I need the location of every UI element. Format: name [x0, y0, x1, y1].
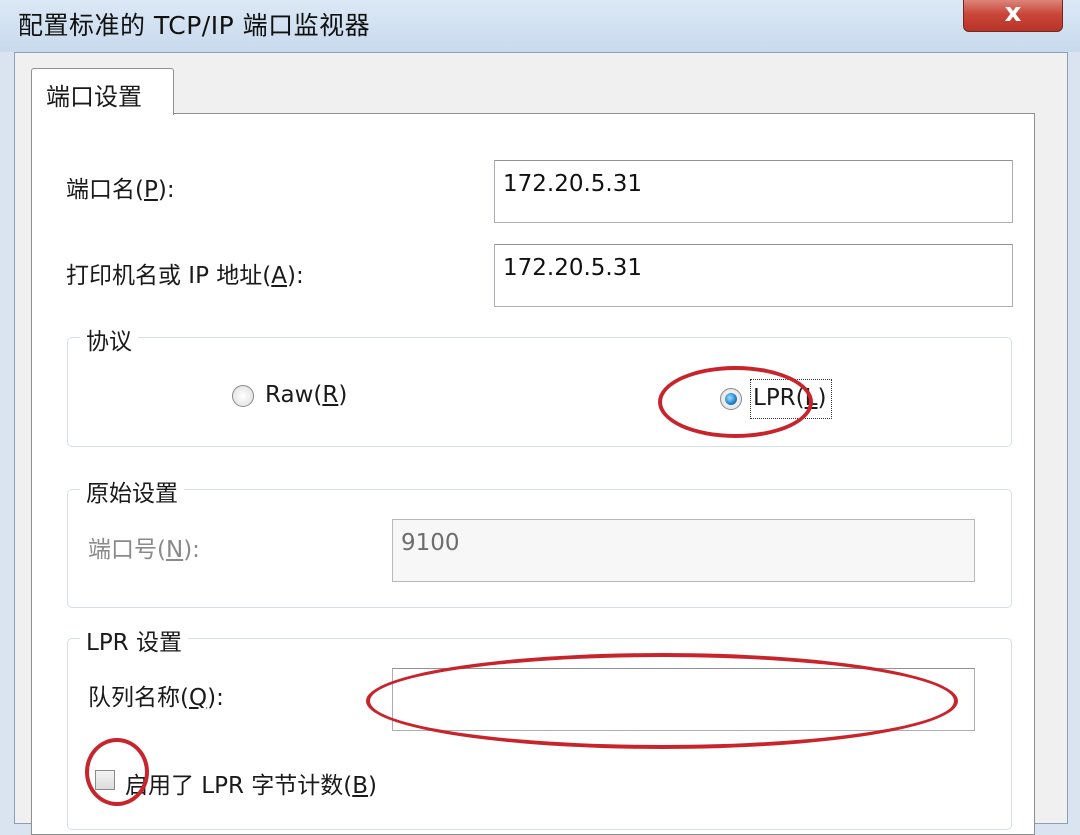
printer-address-input[interactable]: 172.20.5.31	[494, 244, 1013, 307]
close-button[interactable]: x	[963, 0, 1063, 32]
lpr-settings-group	[67, 638, 1012, 830]
title-bar: 配置标准的 TCP/IP 端口监视器 x	[0, 0, 1080, 52]
raw-radio-label[interactable]: Raw(R)	[265, 382, 347, 408]
lpr-radio[interactable]	[720, 388, 742, 410]
queue-name-label: 队列名称(Q):	[88, 685, 224, 711]
byte-count-label[interactable]: 启用了 LPR 字节计数(B)	[125, 766, 377, 800]
raw-radio[interactable]	[232, 385, 254, 407]
port-name-label: 端口名(P):	[66, 177, 175, 203]
tab-label: 端口设置	[46, 83, 142, 111]
close-icon: x	[1004, 0, 1022, 28]
byte-count-checkbox[interactable]	[95, 770, 115, 790]
port-name-input[interactable]: 172.20.5.31	[494, 160, 1013, 223]
lpr-radio-label[interactable]: LPR(L)	[753, 385, 826, 411]
printer-address-label: 打印机名或 IP 地址(A):	[66, 263, 304, 289]
queue-name-input[interactable]	[392, 668, 975, 731]
window-title: 配置标准的 TCP/IP 端口监视器	[18, 11, 371, 40]
port-number-input[interactable]: 9100	[392, 519, 975, 582]
tab-port-settings[interactable]: 端口设置	[31, 68, 174, 115]
port-number-label: 端口号(N):	[88, 537, 200, 563]
lpr-settings-legend: LPR 设置	[80, 623, 188, 657]
protocol-legend: 协议	[80, 322, 138, 356]
raw-settings-legend: 原始设置	[80, 474, 184, 508]
protocol-group	[67, 337, 1012, 447]
